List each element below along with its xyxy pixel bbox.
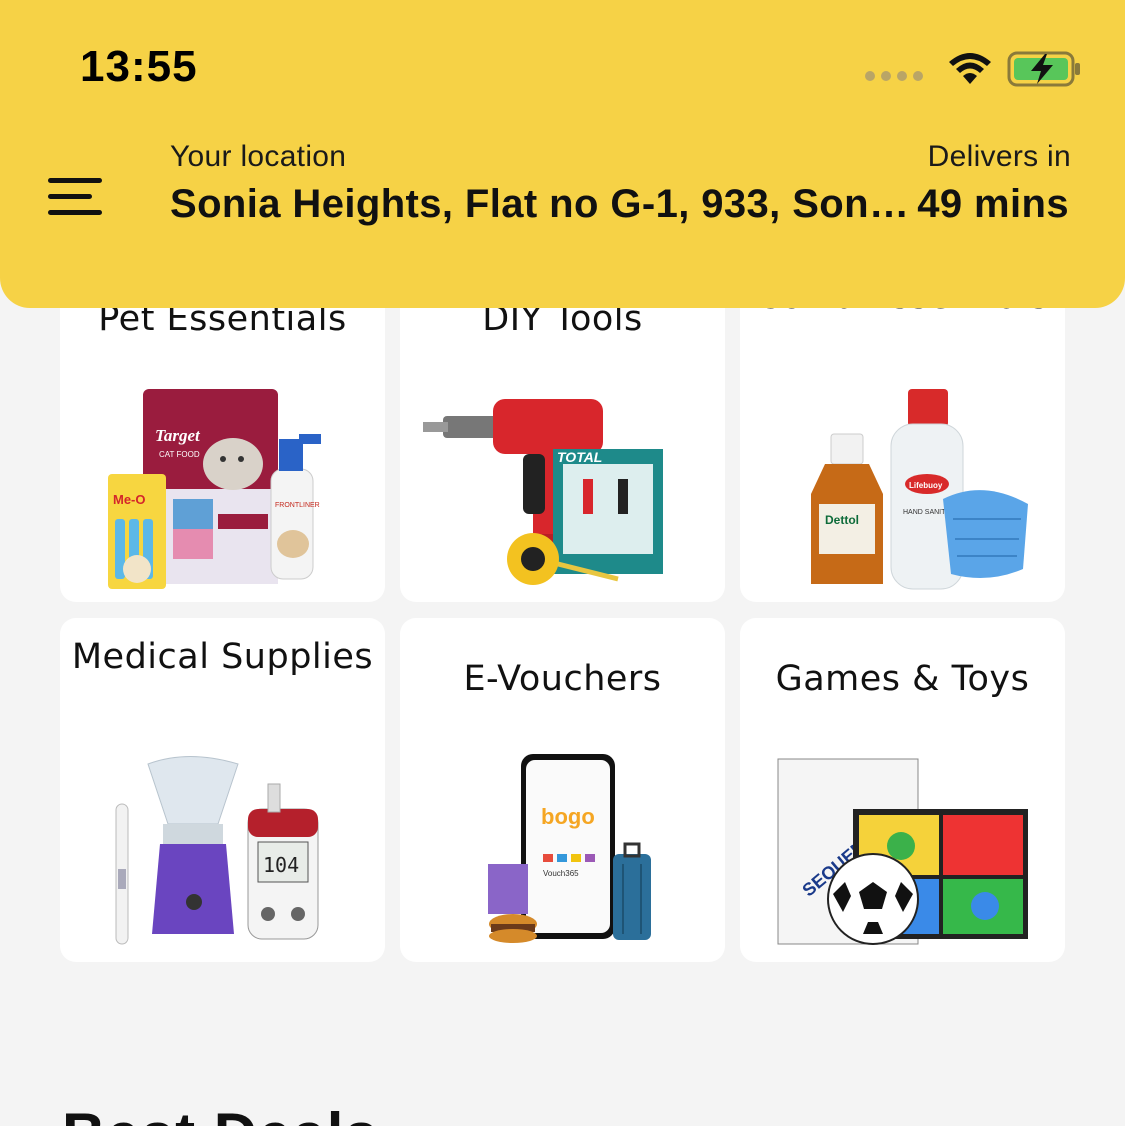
category-title: Games & Toys — [775, 659, 1030, 699]
svg-text:CAT FOOD: CAT FOOD — [159, 450, 200, 459]
hamburger-menu-icon[interactable] — [46, 174, 104, 220]
svg-text:Dettol: Dettol — [825, 513, 859, 527]
svg-text:Lifebuoy: Lifebuoy — [909, 481, 943, 490]
app-header: 13:55 Your location Sonia Heights, Flat … — [0, 0, 1125, 308]
category-card-pet-essentials[interactable]: Pet Essentials Target CAT FOOD FRONTLINE… — [60, 258, 385, 602]
delivery-label: Delivers in — [927, 140, 1071, 173]
games-toys-image: SEQUENCE — [740, 734, 1065, 954]
status-bar-icons — [865, 50, 1083, 88]
location-selector[interactable]: Sonia Heights, Flat no G-1, 933, Sonia H… — [170, 182, 910, 227]
pet-essentials-image: Target CAT FOOD FRONTLINER Me-O — [60, 374, 385, 594]
battery-charging-icon — [1007, 51, 1080, 87]
section-heading-best-deals: Best Deals — [62, 1100, 379, 1126]
e-vouchers-image: bogo Vouch365 — [400, 734, 725, 954]
cellular-dots-icon — [865, 71, 923, 81]
svg-text:TOTAL: TOTAL — [557, 449, 602, 465]
location-label: Your location — [170, 140, 347, 173]
diy-tools-image: TOTAL — [400, 374, 725, 594]
category-grid: Pet Essentials Target CAT FOOD FRONTLINE… — [60, 258, 1065, 962]
category-title: Medical Supplies — [71, 637, 374, 677]
category-card-diy-tools[interactable]: DIY Tools TOTAL — [400, 258, 725, 602]
category-card-games-toys[interactable]: Games & Toys SEQUENCE — [740, 618, 1065, 962]
wifi-icon — [949, 53, 991, 84]
svg-text:Me-O: Me-O — [113, 492, 146, 507]
category-card-medical-supplies[interactable]: Medical Supplies 104 — [60, 618, 385, 962]
category-card-covid-essentials[interactable]: Covid Essentials Lifebuoy HAND SANITIZER… — [740, 258, 1065, 602]
svg-text:bogo: bogo — [541, 804, 595, 829]
delivery-time: 49 mins — [917, 182, 1069, 226]
category-title: E-Vouchers — [463, 659, 662, 699]
covid-essentials-image: Lifebuoy HAND SANITIZER Dettol — [740, 374, 1065, 594]
svg-text:Vouch365: Vouch365 — [543, 869, 579, 878]
category-card-e-vouchers[interactable]: E-Vouchers bogo Vouch365 — [400, 618, 725, 962]
medical-supplies-image: 104 — [60, 734, 385, 954]
svg-text:FRONTLINER: FRONTLINER — [275, 502, 320, 509]
svg-text:Target: Target — [155, 426, 201, 445]
status-bar-time: 13:55 — [80, 42, 198, 91]
svg-text:104: 104 — [263, 853, 299, 877]
